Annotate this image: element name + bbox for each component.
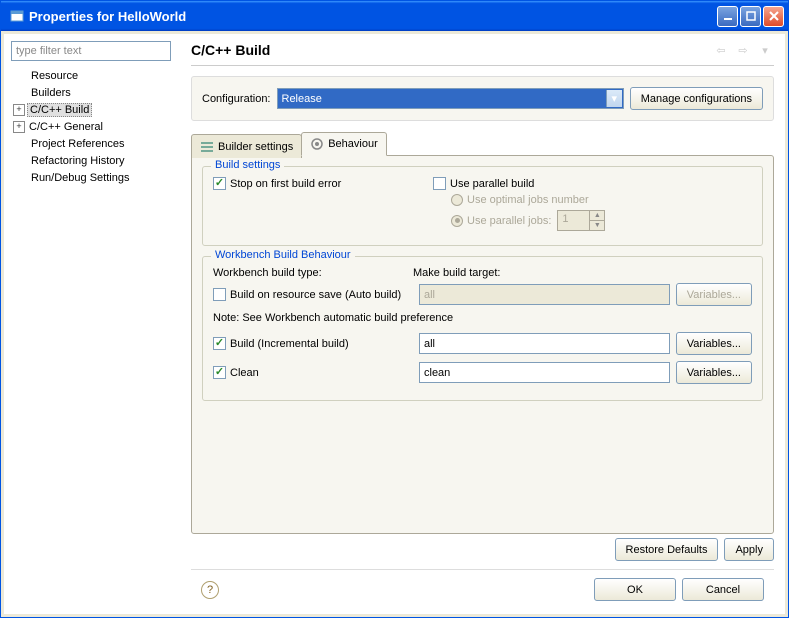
expand-icon[interactable]: + bbox=[13, 104, 25, 116]
clean-checkbox[interactable]: Clean bbox=[213, 366, 413, 379]
page-footer: Restore Defaults Apply bbox=[191, 534, 774, 565]
configuration-select[interactable]: Release ▾ bbox=[277, 88, 624, 109]
checkbox-icon bbox=[433, 177, 446, 190]
tree-item-builders[interactable]: Builders bbox=[11, 84, 175, 101]
parallel-jobs-spinner: 1 ▲▼ bbox=[557, 210, 605, 231]
checkbox-icon bbox=[213, 337, 226, 350]
tab-builder-settings[interactable]: Builder settings bbox=[191, 134, 302, 158]
clean-target-input[interactable] bbox=[419, 362, 670, 383]
checkbox-label: Build (Incremental build) bbox=[230, 338, 349, 350]
forward-icon[interactable]: ⇨ bbox=[734, 41, 752, 59]
checkbox-label: Build on resource save (Auto build) bbox=[230, 289, 401, 301]
parallel-jobs-radio: Use parallel jobs: bbox=[451, 215, 551, 227]
tree-item-run-debug[interactable]: Run/Debug Settings bbox=[11, 169, 175, 186]
radio-icon bbox=[451, 194, 463, 206]
main-panel: C/C++ Build ⇦ ⇨ ▾ Configuration: Release… bbox=[181, 35, 784, 613]
gear-icon bbox=[310, 137, 324, 151]
radio-label: Use parallel jobs: bbox=[467, 215, 551, 227]
variables-button[interactable]: Variables... bbox=[676, 332, 752, 355]
checkbox-icon bbox=[213, 288, 226, 301]
note-text: Note: See Workbench automatic build pref… bbox=[213, 312, 752, 324]
workbench-group: Workbench Build Behaviour Workbench buil… bbox=[202, 256, 763, 401]
configuration-value: Release bbox=[282, 93, 322, 105]
checkbox-label: Stop on first build error bbox=[230, 178, 341, 190]
titlebar[interactable]: Properties for HelloWorld bbox=[1, 1, 788, 31]
list-icon bbox=[200, 140, 214, 154]
close-button[interactable] bbox=[763, 6, 784, 27]
checkbox-label: Use parallel build bbox=[450, 178, 534, 190]
tab-behaviour[interactable]: Behaviour bbox=[301, 132, 387, 156]
auto-build-checkbox[interactable]: Build on resource save (Auto build) bbox=[213, 288, 413, 301]
spinner-value: 1 bbox=[558, 211, 589, 230]
incremental-build-checkbox[interactable]: Build (Incremental build) bbox=[213, 337, 413, 350]
build-type-label: Workbench build type: bbox=[213, 267, 413, 279]
manage-configurations-button[interactable]: Manage configurations bbox=[630, 87, 763, 110]
chevron-down-icon: ▾ bbox=[606, 90, 622, 107]
target-label: Make build target: bbox=[413, 267, 500, 279]
optimal-jobs-radio: Use optimal jobs number bbox=[451, 194, 752, 206]
behaviour-content: Build settings Stop on first build error… bbox=[191, 155, 774, 534]
variables-button: Variables... bbox=[676, 283, 752, 306]
tab-label: Behaviour bbox=[328, 138, 378, 150]
tree-item-resource[interactable]: Resource bbox=[11, 67, 175, 84]
tab-label: Builder settings bbox=[218, 141, 293, 153]
checkbox-icon bbox=[213, 366, 226, 379]
apply-button[interactable]: Apply bbox=[724, 538, 774, 561]
configuration-label: Configuration: bbox=[202, 93, 271, 105]
radio-icon bbox=[451, 215, 463, 227]
cancel-button[interactable]: Cancel bbox=[682, 578, 764, 601]
filter-input[interactable] bbox=[11, 41, 171, 61]
dropdown-icon[interactable]: ▾ bbox=[756, 41, 774, 59]
group-title: Build settings bbox=[211, 159, 284, 171]
tree-item-project-refs[interactable]: Project References bbox=[11, 135, 175, 152]
group-title: Workbench Build Behaviour bbox=[211, 249, 355, 261]
dialog-footer: ? OK Cancel bbox=[191, 569, 774, 607]
restore-defaults-button[interactable]: Restore Defaults bbox=[615, 538, 719, 561]
checkbox-label: Clean bbox=[230, 367, 259, 379]
properties-window: Properties for HelloWorld Resource Build… bbox=[0, 0, 789, 618]
window-title: Properties for HelloWorld bbox=[29, 9, 717, 24]
maximize-button[interactable] bbox=[740, 6, 761, 27]
help-icon[interactable]: ? bbox=[201, 581, 219, 599]
page-title: C/C++ Build bbox=[191, 42, 712, 58]
expand-icon[interactable]: + bbox=[13, 121, 25, 133]
stop-on-error-checkbox[interactable]: Stop on first build error bbox=[213, 177, 413, 190]
auto-build-target-input bbox=[419, 284, 670, 305]
tree-item-cpp-build[interactable]: +C/C++ Build bbox=[11, 101, 175, 118]
back-icon[interactable]: ⇦ bbox=[712, 41, 730, 59]
spinner-up-icon: ▲ bbox=[589, 211, 604, 221]
build-settings-group: Build settings Stop on first build error… bbox=[202, 166, 763, 246]
tabs: Builder settings Behaviour bbox=[191, 132, 774, 156]
configuration-panel: Configuration: Release ▾ Manage configur… bbox=[191, 76, 774, 121]
tree-item-refactoring[interactable]: Refactoring History bbox=[11, 152, 175, 169]
tree-item-cpp-general[interactable]: +C/C++ General bbox=[11, 118, 175, 135]
sidebar: Resource Builders +C/C++ Build +C/C++ Ge… bbox=[5, 35, 181, 613]
variables-button[interactable]: Variables... bbox=[676, 361, 752, 384]
ok-button[interactable]: OK bbox=[594, 578, 676, 601]
checkbox-icon bbox=[213, 177, 226, 190]
minimize-button[interactable] bbox=[717, 6, 738, 27]
spinner-down-icon: ▼ bbox=[589, 221, 604, 230]
radio-label: Use optimal jobs number bbox=[467, 194, 589, 206]
incremental-target-input[interactable] bbox=[419, 333, 670, 354]
nav-tree: Resource Builders +C/C++ Build +C/C++ Ge… bbox=[11, 67, 175, 186]
window-icon bbox=[9, 8, 25, 24]
use-parallel-checkbox[interactable]: Use parallel build bbox=[433, 177, 752, 190]
